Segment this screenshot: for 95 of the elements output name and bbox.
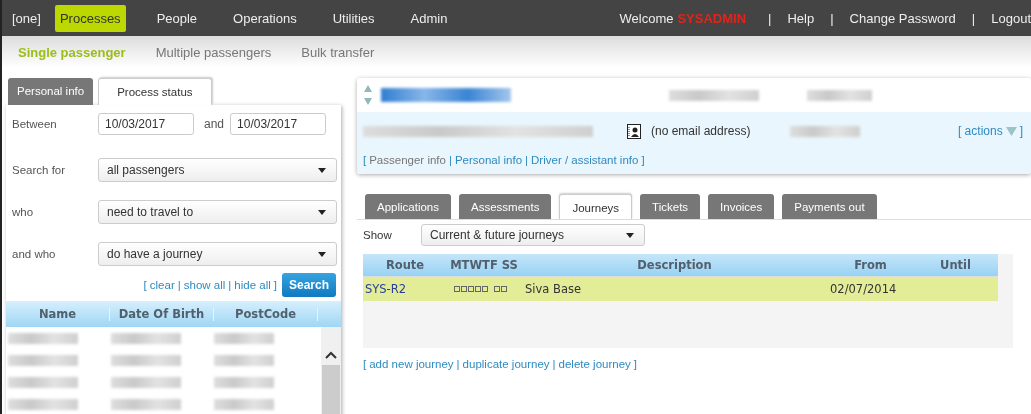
link[interactable]: Passenger info: [369, 154, 446, 166]
separator: |: [768, 10, 772, 26]
dropdown[interactable]: all passengers: [98, 158, 337, 182]
field-label: and who: [12, 248, 57, 260]
redacted-text: [111, 332, 181, 344]
redacted-text: [214, 398, 274, 410]
nav-item[interactable]: Processes: [54, 4, 126, 32]
sub-nav-item[interactable]: Bulk transfer: [301, 44, 375, 60]
redacted-text: [111, 398, 181, 410]
redacted-text: [111, 354, 181, 366]
panel-tab[interactable]: Process status: [98, 78, 212, 105]
tab[interactable]: Payments out: [782, 194, 877, 219]
brand-link[interactable]: [one]: [12, 10, 41, 26]
tab[interactable]: Journeys: [559, 194, 633, 219]
column-header: From: [853, 258, 888, 272]
field-label: and: [204, 117, 225, 131]
separator: |: [830, 10, 834, 26]
field-label: Between: [12, 118, 58, 130]
dropdown[interactable]: Current & future journeys: [421, 224, 645, 246]
link[interactable]: add new journey: [369, 358, 454, 370]
date-field[interactable]: 10/03/2017: [230, 113, 327, 135]
sort-arrows-icon[interactable]: [363, 84, 373, 106]
bracket: [: [363, 154, 367, 166]
bracket: [: [143, 279, 147, 291]
table-cell-text: Siva Base: [524, 282, 582, 296]
separator: |: [448, 154, 452, 166]
dropdown-triangle-icon: [1005, 126, 1017, 136]
caret-icon: [318, 251, 326, 257]
redacted-text: [111, 376, 181, 388]
bracket: ]: [641, 154, 645, 166]
link[interactable]: Personal info: [454, 154, 523, 166]
nav-link[interactable]: Change Password: [849, 10, 956, 26]
redacted-text: [8, 354, 78, 366]
nav-item[interactable]: Admin: [405, 4, 453, 32]
scroll-up-icon[interactable]: [325, 351, 337, 359]
table-cell-text: 02/07/2014: [829, 282, 898, 296]
link[interactable]: hide all: [234, 279, 271, 291]
redacted-text: [807, 89, 872, 101]
link[interactable]: show all: [183, 279, 226, 291]
column-header: Name: [6, 307, 110, 321]
caret-icon: [318, 209, 326, 215]
nav-item[interactable]: Operations: [228, 4, 302, 32]
field-label: Search for: [12, 164, 67, 176]
redacted-text: [790, 125, 861, 137]
table-row[interactable]: SYS-R2 Siva Base 02/07/2014: [363, 276, 998, 301]
search-button[interactable]: Search: [281, 273, 336, 297]
tab[interactable]: Applications: [365, 194, 451, 219]
separator: |: [552, 358, 556, 370]
separator: |: [228, 279, 232, 291]
redacted-text: [8, 376, 78, 388]
caret-icon: [318, 167, 326, 173]
redacted-text: [8, 398, 78, 410]
link[interactable]: clear: [149, 279, 175, 291]
column-header: Until: [939, 258, 972, 272]
redacted-text: [214, 376, 274, 388]
redacted-text: [214, 354, 274, 366]
contact-card-icon: [627, 123, 641, 139]
dropdown[interactable]: need to travel to: [98, 200, 337, 224]
redacted-text: [8, 332, 78, 344]
nav-link[interactable]: Logout: [991, 10, 1031, 26]
bracket: [: [363, 358, 367, 370]
scrollbar[interactable]: [321, 327, 341, 414]
nav-item[interactable]: Utilities: [327, 4, 380, 32]
link[interactable]: delete journey: [558, 358, 631, 370]
redacted-text: [214, 332, 274, 344]
column-header: Description: [636, 258, 713, 272]
column-header: PostCode: [214, 307, 318, 321]
column-header: MTWTF SS: [449, 258, 519, 272]
welcome-text: Welcome: [619, 10, 674, 26]
actions-menu[interactable]: [ actions ]: [957, 124, 1023, 138]
column-header: Date Of Birth: [110, 307, 214, 321]
route-link[interactable]: SYS-R2: [363, 282, 447, 296]
user-name: SYSADMIN: [677, 10, 747, 26]
separator: |: [525, 154, 529, 166]
separator: |: [177, 279, 181, 291]
separator: |: [456, 358, 460, 370]
date-field[interactable]: 10/03/2017: [98, 113, 194, 135]
separator: |: [971, 10, 976, 26]
nav-link[interactable]: Help: [787, 10, 815, 26]
bracket: ]: [633, 358, 637, 370]
field-label: who: [12, 206, 35, 218]
tab[interactable]: Assessments: [459, 194, 552, 219]
tab[interactable]: Invoices: [708, 194, 775, 219]
email-text: (no email address): [651, 124, 751, 138]
bracket: ]: [273, 279, 277, 291]
link[interactable]: duplicate journey: [462, 358, 550, 370]
dropdown[interactable]: do have a journey: [98, 242, 337, 266]
tab[interactable]: Tickets: [640, 194, 701, 219]
link[interactable]: Driver / assistant info: [531, 154, 639, 166]
caret-icon: [626, 232, 634, 238]
nav-item[interactable]: People: [151, 4, 203, 32]
column-header: Route: [384, 258, 426, 272]
sub-nav-item[interactable]: Multiple passengers: [155, 44, 272, 60]
field-label: Show: [363, 229, 393, 241]
panel-tab[interactable]: Personal info: [8, 78, 94, 105]
